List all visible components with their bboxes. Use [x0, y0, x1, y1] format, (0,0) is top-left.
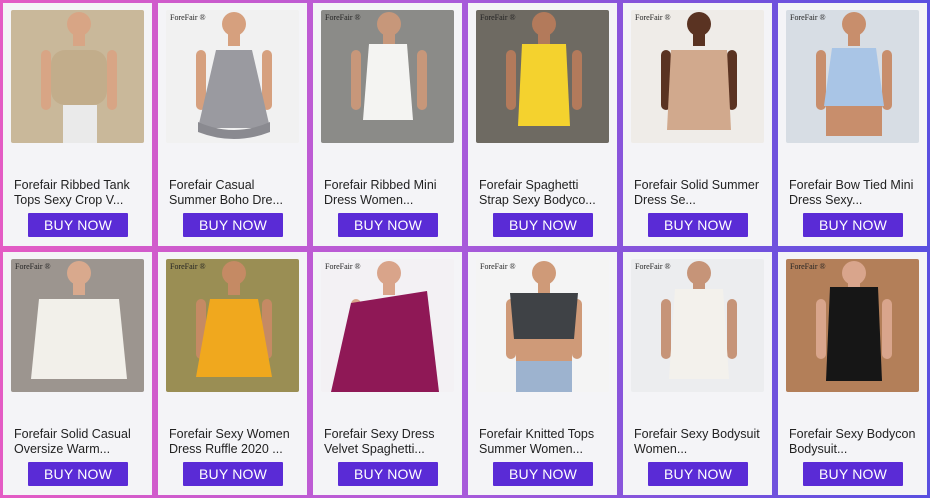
buy-now-button[interactable]: BUY NOW	[338, 213, 438, 237]
brand-watermark: ForeFair ®	[325, 262, 361, 271]
product-card[interactable]: ForeFair ® Forefair Solid Casual Oversize…	[3, 252, 152, 495]
brand-watermark: ForeFair ®	[325, 13, 361, 22]
buy-now-button[interactable]: BUY NOW	[648, 213, 748, 237]
product-card[interactable]: ForeFair ® Forefair Spaghetti Strap Sexy …	[468, 3, 617, 246]
product-thumbnail[interactable]: ForeFair ®	[786, 259, 919, 392]
product-card[interactable]: ForeFair ® Forefair Sexy Women Dress Ruff…	[158, 252, 307, 495]
brand-watermark: ForeFair ®	[790, 262, 826, 271]
product-image[interactable]	[11, 259, 144, 392]
product-image[interactable]	[166, 10, 299, 143]
product-image[interactable]	[631, 259, 764, 392]
product-title[interactable]: Forefair Ribbed Tank Tops Sexy Crop V...	[14, 178, 144, 208]
buy-now-button[interactable]: BUY NOW	[803, 213, 903, 237]
buy-now-button[interactable]: BUY NOW	[183, 462, 283, 486]
product-title[interactable]: Forefair Spaghetti Strap Sexy Bodyco...	[479, 178, 609, 208]
product-thumbnail[interactable]: ForeFair ®	[11, 259, 144, 392]
buy-now-button[interactable]: BUY NOW	[803, 462, 903, 486]
product-title[interactable]: Forefair Solid Casual Oversize Warm...	[14, 427, 144, 457]
product-image[interactable]	[476, 10, 609, 143]
product-card[interactable]: Forefair Ribbed Tank Tops Sexy Crop V...…	[3, 3, 152, 246]
product-card[interactable]: ForeFair ® Forefair Ribbed Mini Dress Wom…	[313, 3, 462, 246]
product-grid: Forefair Ribbed Tank Tops Sexy Crop V...…	[0, 0, 930, 498]
product-title[interactable]: Forefair Knitted Tops Summer Women...	[479, 427, 609, 457]
product-thumbnail[interactable]: ForeFair ®	[166, 10, 299, 143]
product-thumbnail[interactable]: ForeFair ®	[476, 259, 609, 392]
product-thumbnail[interactable]: ForeFair ®	[631, 259, 764, 392]
product-image[interactable]	[321, 259, 454, 392]
brand-watermark: ForeFair ®	[480, 13, 516, 22]
product-image[interactable]	[786, 259, 919, 392]
product-image[interactable]	[786, 10, 919, 143]
product-title[interactable]: Forefair Solid Summer Dress Se...	[634, 178, 764, 208]
buy-now-button[interactable]: BUY NOW	[338, 462, 438, 486]
product-title[interactable]: Forefair Sexy Bodycon Bodysuit...	[789, 427, 919, 457]
product-title[interactable]: Forefair Bow Tied Mini Dress Sexy...	[789, 178, 919, 208]
buy-now-button[interactable]: BUY NOW	[493, 462, 593, 486]
product-thumbnail[interactable]: ForeFair ®	[631, 10, 764, 143]
product-thumbnail[interactable]: ForeFair ®	[476, 10, 609, 143]
product-thumbnail[interactable]: ForeFair ®	[321, 259, 454, 392]
product-title[interactable]: Forefair Ribbed Mini Dress Women...	[324, 178, 454, 208]
buy-now-button[interactable]: BUY NOW	[183, 213, 283, 237]
product-image[interactable]	[476, 259, 609, 392]
product-thumbnail[interactable]: ForeFair ®	[166, 259, 299, 392]
product-title[interactable]: Forefair Casual Summer Boho Dre...	[169, 178, 299, 208]
product-card[interactable]: ForeFair ® Forefair Bow Tied Mini Dress S…	[778, 3, 927, 246]
product-title[interactable]: Forefair Sexy Bodysuit Women...	[634, 427, 764, 457]
product-title[interactable]: Forefair Sexy Dress Velvet Spaghetti...	[324, 427, 454, 457]
buy-now-button[interactable]: BUY NOW	[493, 213, 593, 237]
buy-now-button[interactable]: BUY NOW	[28, 213, 128, 237]
buy-now-button[interactable]: BUY NOW	[648, 462, 748, 486]
brand-watermark: ForeFair ®	[480, 262, 516, 271]
brand-watermark: ForeFair ®	[170, 13, 206, 22]
product-card[interactable]: ForeFair ® Forefair Sexy Bodysuit Women..…	[623, 252, 772, 495]
product-thumbnail[interactable]: ForeFair ®	[786, 10, 919, 143]
product-image[interactable]	[321, 10, 454, 143]
product-card[interactable]: ForeFair ® Forefair Sexy Bodycon Bodysuit…	[778, 252, 927, 495]
brand-watermark: ForeFair ®	[170, 262, 206, 271]
brand-watermark: ForeFair ®	[15, 262, 51, 271]
product-card[interactable]: ForeFair ® Forefair Solid Summer Dress Se…	[623, 3, 772, 246]
buy-now-button[interactable]: BUY NOW	[28, 462, 128, 486]
brand-watermark: ForeFair ®	[635, 13, 671, 22]
product-image[interactable]	[631, 10, 764, 143]
product-card[interactable]: ForeFair ® Forefair Knitted Tops Summer W…	[468, 252, 617, 495]
product-card[interactable]: ForeFair ® Forefair Casual Summer Boho Dr…	[158, 3, 307, 246]
product-thumbnail[interactable]	[11, 10, 144, 143]
product-image[interactable]	[166, 259, 299, 392]
product-card[interactable]: ForeFair ® Forefair Sexy Dress Velvet Spa…	[313, 252, 462, 495]
product-title[interactable]: Forefair Sexy Women Dress Ruffle 2020 ..…	[169, 427, 299, 457]
product-thumbnail[interactable]: ForeFair ®	[321, 10, 454, 143]
brand-watermark: ForeFair ®	[635, 262, 671, 271]
brand-watermark: ForeFair ®	[790, 13, 826, 22]
product-image[interactable]	[11, 10, 144, 143]
